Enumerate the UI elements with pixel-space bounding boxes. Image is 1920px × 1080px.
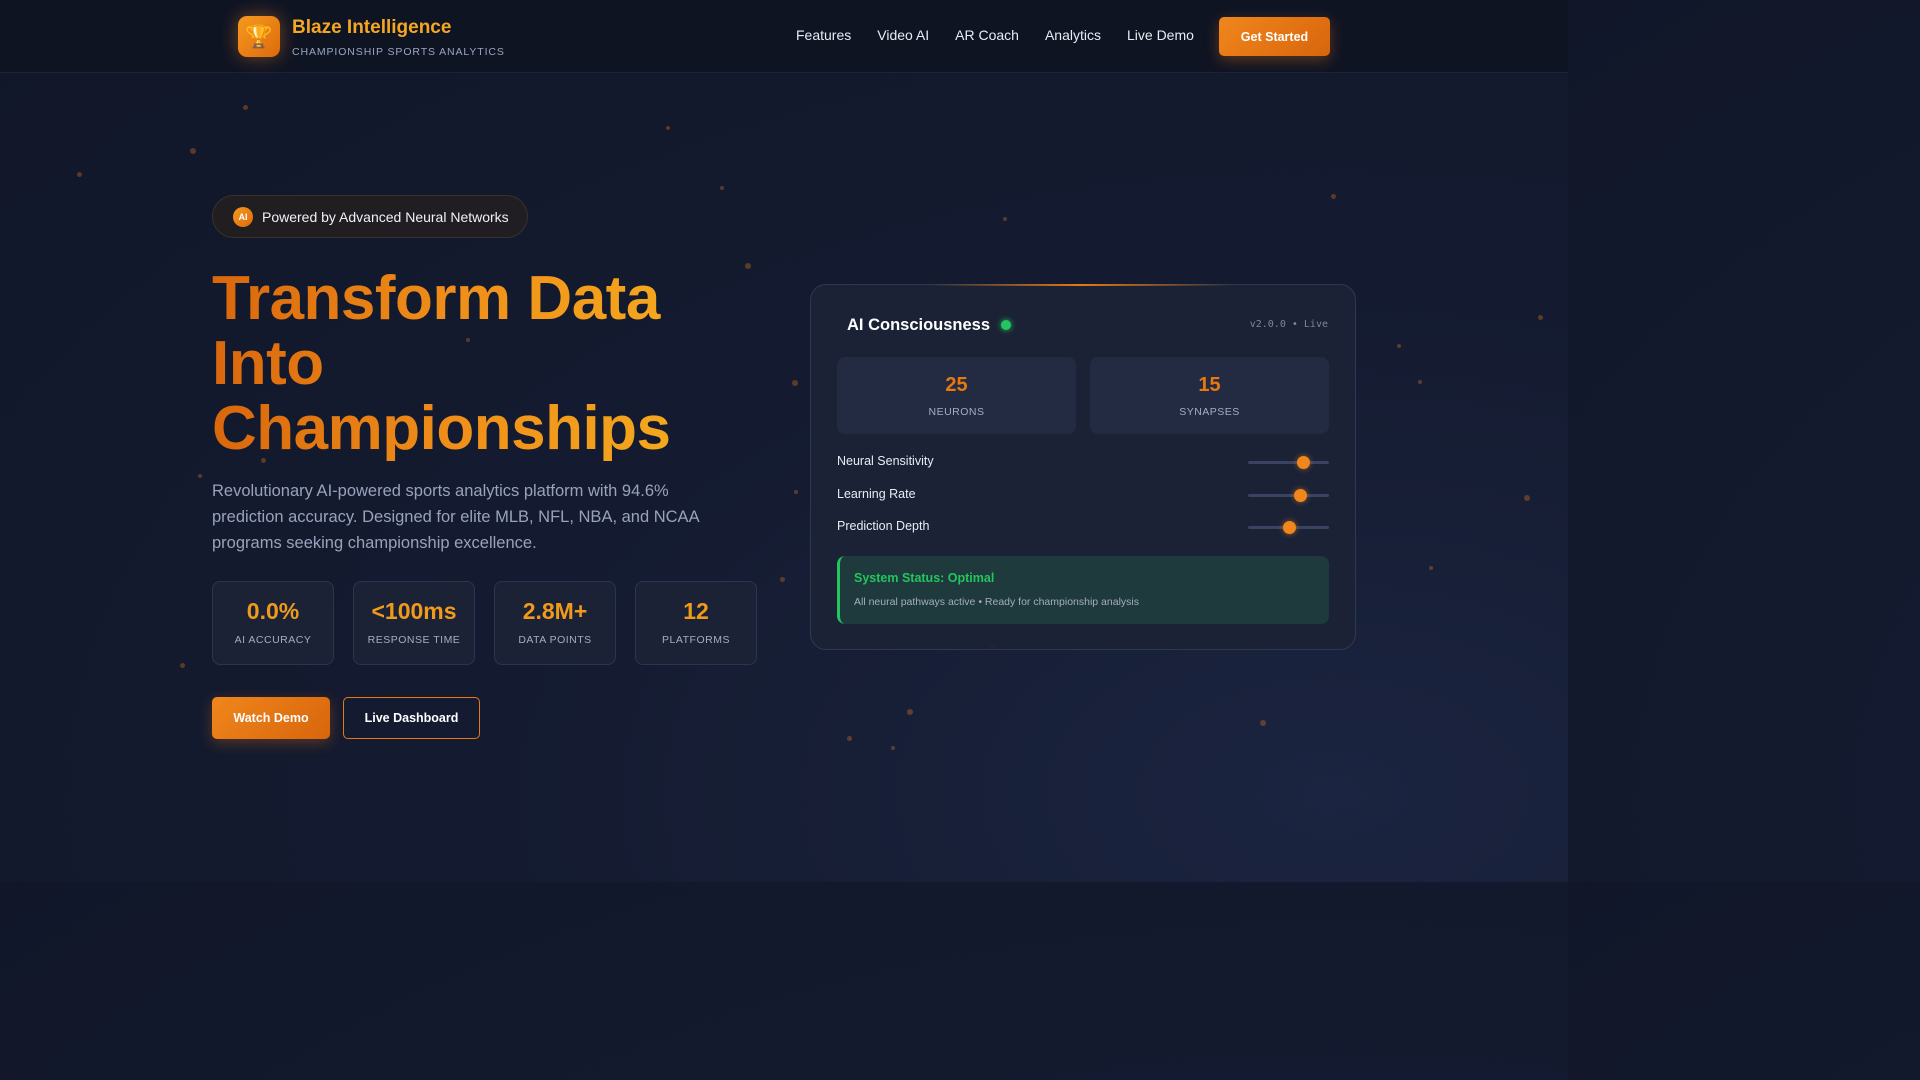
ai-badge-text: Powered by Advanced Neural Networks: [262, 208, 509, 225]
metric-label: NEURONS: [928, 406, 985, 418]
hero-title-line-1: Transform Data: [212, 266, 772, 331]
live-status-dot-icon: [1001, 320, 1011, 330]
nav-link-live-demo[interactable]: Live Demo: [1127, 27, 1194, 43]
slider-track[interactable]: [1248, 489, 1329, 502]
hero-title: Transform Data Into Championships: [212, 266, 772, 461]
nav-link-video-ai[interactable]: Video AI: [877, 27, 929, 43]
top-navbar: 🏆 Blaze Intelligence CHAMPIONSHIP SPORTS…: [0, 0, 1568, 73]
slider-neural-sensitivity: Neural Sensitivity: [837, 452, 1329, 472]
stat-card-platforms: 12 PLATFORMS: [635, 581, 757, 665]
metric-value: 25: [945, 374, 968, 396]
slider-learning-rate: Learning Rate: [837, 485, 1329, 505]
metric-label: SYNAPSES: [1179, 406, 1240, 418]
stat-card-data-points: 2.8M+ DATA POINTS: [494, 581, 616, 665]
watch-demo-button[interactable]: Watch Demo: [212, 697, 330, 739]
hero-title-line-3: Championships: [212, 396, 772, 461]
panel-title: AI Consciousness: [847, 316, 991, 334]
slider-prediction-depth: Prediction Depth: [837, 517, 1329, 537]
slider-thumb[interactable]: [1282, 521, 1296, 534]
brand-name[interactable]: Blaze Intelligence: [292, 17, 451, 39]
get-started-button[interactable]: Get Started: [1219, 17, 1330, 56]
slider-thumb[interactable]: [1297, 456, 1311, 469]
metric-card-neurons: 25 NEURONS: [837, 357, 1076, 434]
main-nav: Features Video AI AR Coach Analytics Liv…: [796, 27, 1220, 43]
slider-track[interactable]: [1248, 456, 1329, 469]
slider-label: Learning Rate: [837, 487, 916, 501]
stat-card-response-time: <100ms RESPONSE TIME: [353, 581, 475, 665]
nav-link-ar-coach[interactable]: AR Coach: [955, 27, 1019, 43]
ai-powered-badge: AI Powered by Advanced Neural Networks: [212, 195, 528, 238]
stat-label: DATA POINTS: [518, 634, 592, 646]
slider-label: Neural Sensitivity: [837, 454, 934, 468]
slider-thumb[interactable]: [1293, 489, 1307, 502]
slider-track[interactable]: [1248, 521, 1329, 534]
hero-title-line-2: Into: [212, 331, 772, 396]
stat-value: <100ms: [371, 598, 457, 624]
stat-value: 2.8M+: [522, 598, 588, 624]
system-status-title: System Status: Optimal: [854, 571, 995, 585]
stat-card-ai-accuracy: 0.0% AI ACCURACY: [212, 581, 334, 665]
hero-description: Revolutionary AI-powered sports analytic…: [212, 482, 699, 552]
system-status-box: System Status: Optimal All neural pathwa…: [837, 556, 1329, 624]
panel-top-glow: [931, 284, 1231, 286]
stat-value: 12: [683, 598, 709, 624]
ai-consciousness-panel: AI Consciousness v2.0.0 • Live 25 NEURON…: [810, 284, 1356, 650]
live-dashboard-button[interactable]: Live Dashboard: [343, 697, 480, 739]
stat-label: AI ACCURACY: [234, 634, 312, 646]
slider-label: Prediction Depth: [837, 519, 930, 533]
stat-label: RESPONSE TIME: [367, 634, 461, 646]
stat-label: PLATFORMS: [662, 634, 730, 646]
metric-value: 15: [1198, 374, 1221, 396]
brand-tagline: CHAMPIONSHIP SPORTS ANALYTICS: [292, 46, 505, 58]
metric-card-synapses: 15 SYNAPSES: [1090, 357, 1329, 434]
stat-value: 0.0%: [246, 598, 300, 624]
panel-version: v2.0.0 • Live: [1249, 319, 1328, 330]
nav-link-features[interactable]: Features: [796, 27, 851, 43]
system-status-description: All neural pathways active • Ready for c…: [854, 596, 1139, 608]
trophy-icon[interactable]: 🏆: [238, 16, 280, 57]
nav-link-analytics[interactable]: Analytics: [1045, 27, 1101, 43]
ai-icon: AI: [233, 206, 253, 227]
